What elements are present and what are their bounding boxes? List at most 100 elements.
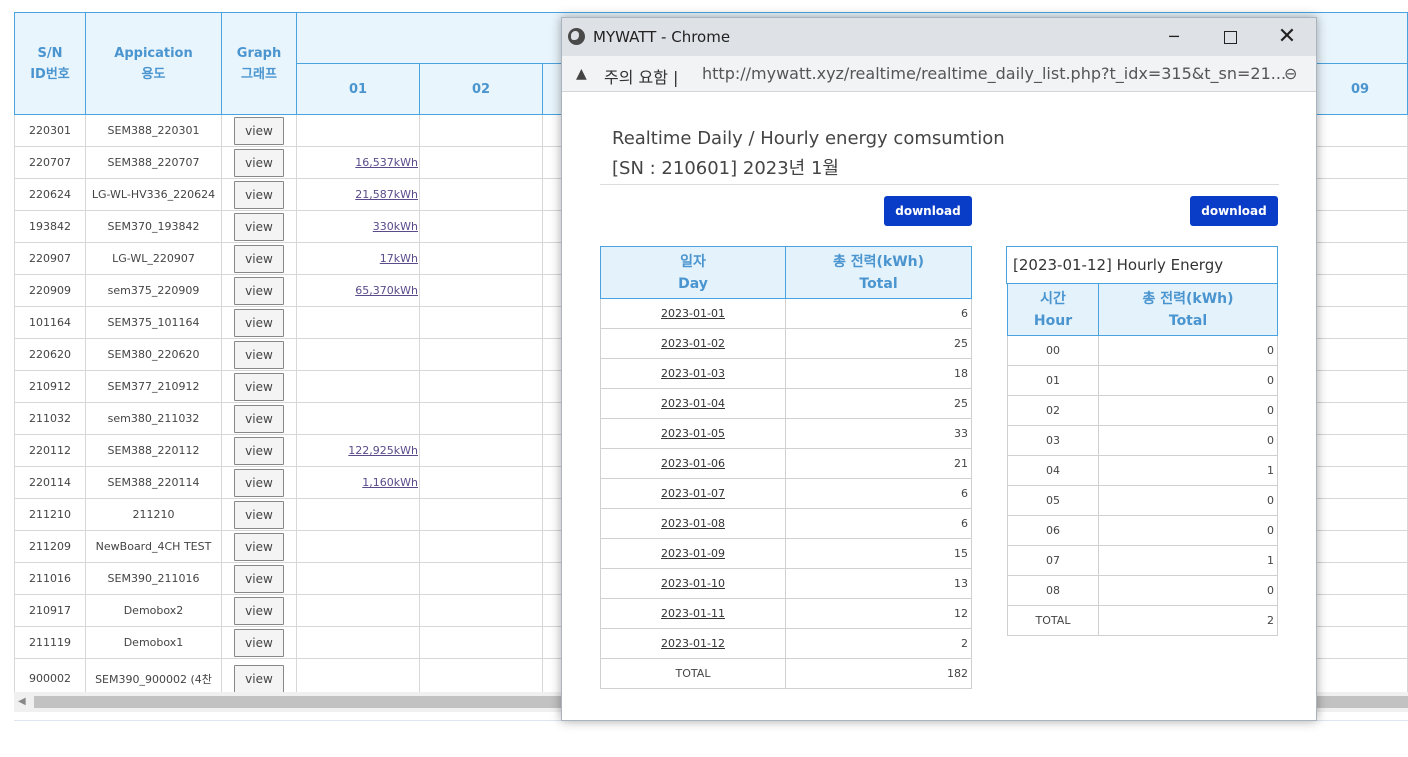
minimize-button[interactable]: ─ [1154,24,1194,50]
daily-date-link[interactable]: 2023-01-05 [661,427,725,440]
scroll-left-icon[interactable]: ◀ [18,696,26,707]
view-button[interactable]: view [234,664,284,693]
daily-date-cell: 2023-01-05 [600,418,786,449]
daily-date-link[interactable]: 2023-01-07 [661,487,725,500]
graph-cell: view [221,306,297,339]
day-01-energy-link[interactable]: 122,925kWh [348,444,418,457]
hourly-energy-table: 시간 Hour 총 전력(kWh) Total 00 0 01 0 02 0 03 0 04 1 05 0… [1007,283,1278,636]
url-text[interactable]: http://mywatt.xyz/realtime/realtime_dail… [702,64,1286,83]
device-id: 220114 [14,466,86,499]
view-button[interactable]: view [234,308,284,337]
device-application: sem380_211032 [85,402,222,435]
daily-row: 2023-01-08 6 [600,508,972,539]
daily-date-link[interactable]: 2023-01-09 [661,547,725,560]
daily-date-link[interactable]: 2023-01-02 [661,337,725,350]
day-02-cell [419,210,543,243]
daily-date-link[interactable]: 2023-01-04 [661,397,725,410]
maximize-button[interactable] [1210,24,1250,50]
view-button[interactable]: view [234,468,284,497]
graph-cell: view [221,594,297,627]
hourly-download-button[interactable]: download [1190,196,1278,226]
hourly-row: 05 0 [1007,485,1278,516]
address-bar[interactable]: ▲ 주의 요함 | http://mywatt.xyz/realtime/rea… [562,56,1316,92]
graph-cell: view [221,530,297,563]
day-01-energy-link[interactable]: 17kWh [380,252,418,265]
view-button[interactable]: view [234,180,284,209]
device-application: 211210 [85,498,222,531]
view-button[interactable]: view [234,404,284,433]
day-01-energy-link[interactable]: 21,587kWh [355,188,418,201]
daily-date-cell: 2023-01-12 [600,628,786,659]
day-01-cell [296,498,420,531]
hourly-hour-cell: 08 [1007,575,1099,606]
hourly-row: 03 0 [1007,425,1278,456]
day-01-cell [296,530,420,563]
view-button[interactable]: view [234,340,284,369]
view-button[interactable]: view [234,372,284,401]
daily-row: 2023-01-11 12 [600,598,972,629]
daily-date-link[interactable]: 2023-01-08 [661,517,725,530]
zoom-icon[interactable]: ⊖ [1284,64,1297,83]
view-button[interactable]: view [234,212,284,241]
daily-date-link[interactable]: 2023-01-03 [661,367,725,380]
header-graph[interactable]: Graph 그래프 [221,12,297,115]
close-button[interactable]: ✕ [1267,24,1307,50]
daily-download-button[interactable]: download [884,196,972,226]
security-warning-label[interactable]: 주의 요함 | [604,64,678,88]
device-application: SEM390_211016 [85,562,222,595]
daily-date-cell: 2023-01-03 [600,358,786,389]
graph-cell: view [221,434,297,467]
day-09-cell [1312,242,1408,275]
day-01-cell [296,402,420,435]
header-sn[interactable]: S/N ID번호 [14,12,86,115]
view-button[interactable]: view [234,436,284,465]
day-02-cell [419,594,543,627]
graph-cell: view [221,402,297,435]
daily-date-link[interactable]: 2023-01-10 [661,577,725,590]
header-application[interactable]: Appication 용도 [85,12,222,115]
daily-date-cell: 2023-01-09 [600,538,786,569]
hourly-row: 00 0 [1007,335,1278,366]
daily-date-link[interactable]: 2023-01-11 [661,607,725,620]
view-button[interactable]: view [234,628,284,657]
header-day-01[interactable]: 01 [296,63,420,115]
header-day-02[interactable]: 02 [419,63,543,115]
day-02-cell [419,338,543,371]
day-01-energy-link[interactable]: 330kWh [373,220,418,233]
view-button[interactable]: view [234,244,284,273]
day-01-cell [296,370,420,403]
day-01-cell [296,594,420,627]
daily-date-link[interactable]: 2023-01-12 [661,637,725,650]
daily-date-link[interactable]: 2023-01-06 [661,457,725,470]
view-button[interactable]: view [234,596,284,625]
view-button[interactable]: view [234,564,284,593]
device-id: 211032 [14,402,86,435]
day-09-cell [1312,370,1408,403]
view-button[interactable]: view [234,500,284,529]
day-02-cell [419,466,543,499]
hourly-total-cell: 0 [1098,515,1278,546]
day-01-energy-link[interactable]: 16,537kWh [355,156,418,169]
day-01-cell: 1,160kWh [296,466,420,499]
view-button[interactable]: view [234,116,284,145]
day-01-energy-link[interactable]: 1,160kWh [362,476,418,489]
daily-date-link[interactable]: 2023-01-01 [661,307,725,320]
header-day-09[interactable]: 09 [1312,63,1408,115]
day-01-energy-link[interactable]: 65,370kWh [355,284,418,297]
device-application: SEM388_220112 [85,434,222,467]
window-titlebar[interactable]: MYWATT - Chrome ─ ✕ [562,18,1316,56]
daily-date-cell: 2023-01-10 [600,568,786,599]
view-button[interactable]: view [234,532,284,561]
daily-header-day: 일자 Day [600,246,786,299]
day-01-cell: 17kWh [296,242,420,275]
view-button[interactable]: view [234,148,284,177]
hourly-hour-cell: 00 [1007,335,1099,366]
hourly-total-cell: 0 [1098,335,1278,366]
daily-header-total: 총 전력(kWh) Total [785,246,972,299]
device-application: SEM375_101164 [85,306,222,339]
day-02-cell [419,306,543,339]
day-09-cell [1312,530,1408,563]
warning-icon[interactable]: ▲ [576,66,587,82]
view-button[interactable]: view [234,276,284,305]
daily-date-cell: 2023-01-06 [600,448,786,479]
